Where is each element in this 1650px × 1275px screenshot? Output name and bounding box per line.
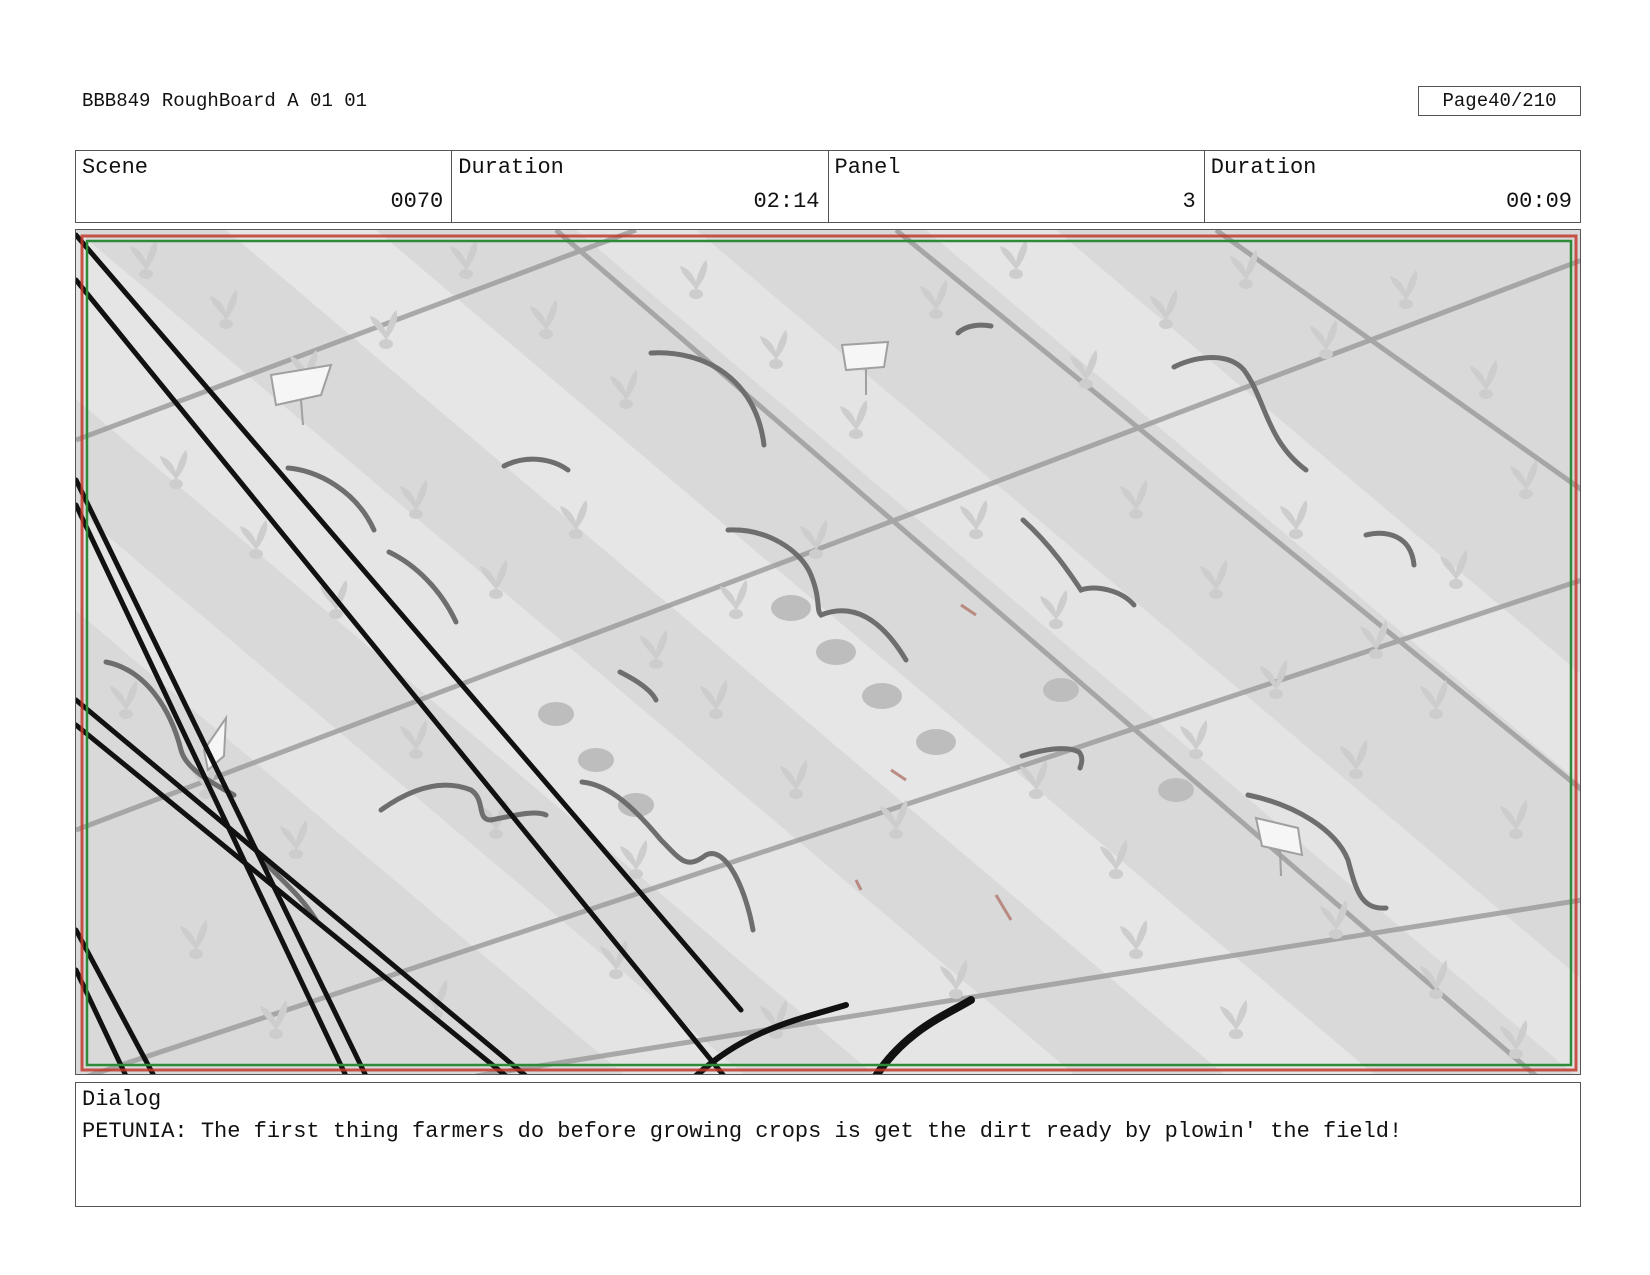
panel-label: Panel: [834, 155, 901, 180]
storyboard-sketch: [76, 230, 1580, 1074]
panel-duration-label: Duration: [1210, 155, 1317, 180]
scene-duration-cell: Duration 02:14: [452, 151, 829, 222]
scene-duration-label: Duration: [458, 155, 564, 180]
board-title: BBB849 RoughBoard A 01 01: [82, 90, 368, 112]
page-label: Page: [1442, 90, 1489, 112]
panel-info-row: Scene 0070 Duration 02:14 Panel 3 Durati…: [75, 150, 1581, 223]
storyboard-panel: [75, 229, 1581, 1075]
panel-number: 3: [1182, 189, 1196, 214]
scene-number: 0070: [390, 189, 444, 214]
dialog-box: Dialog PETUNIA: The first thing farmers …: [75, 1082, 1581, 1207]
page-number: 40/210: [1488, 90, 1557, 112]
panel-duration-value: 00:09: [1505, 189, 1572, 214]
scene-cell: Scene 0070: [76, 151, 453, 222]
panel-duration-cell: Duration 00:09: [1205, 151, 1580, 222]
page-indicator: Page 40/210: [1418, 86, 1581, 116]
dialog-label: Dialog: [82, 1087, 162, 1112]
dialog-text: PETUNIA: The first thing farmers do befo…: [82, 1119, 1403, 1144]
panel-cell: Panel 3: [829, 151, 1205, 222]
scene-duration-value: 02:14: [753, 189, 820, 214]
scene-label: Scene: [82, 155, 149, 180]
